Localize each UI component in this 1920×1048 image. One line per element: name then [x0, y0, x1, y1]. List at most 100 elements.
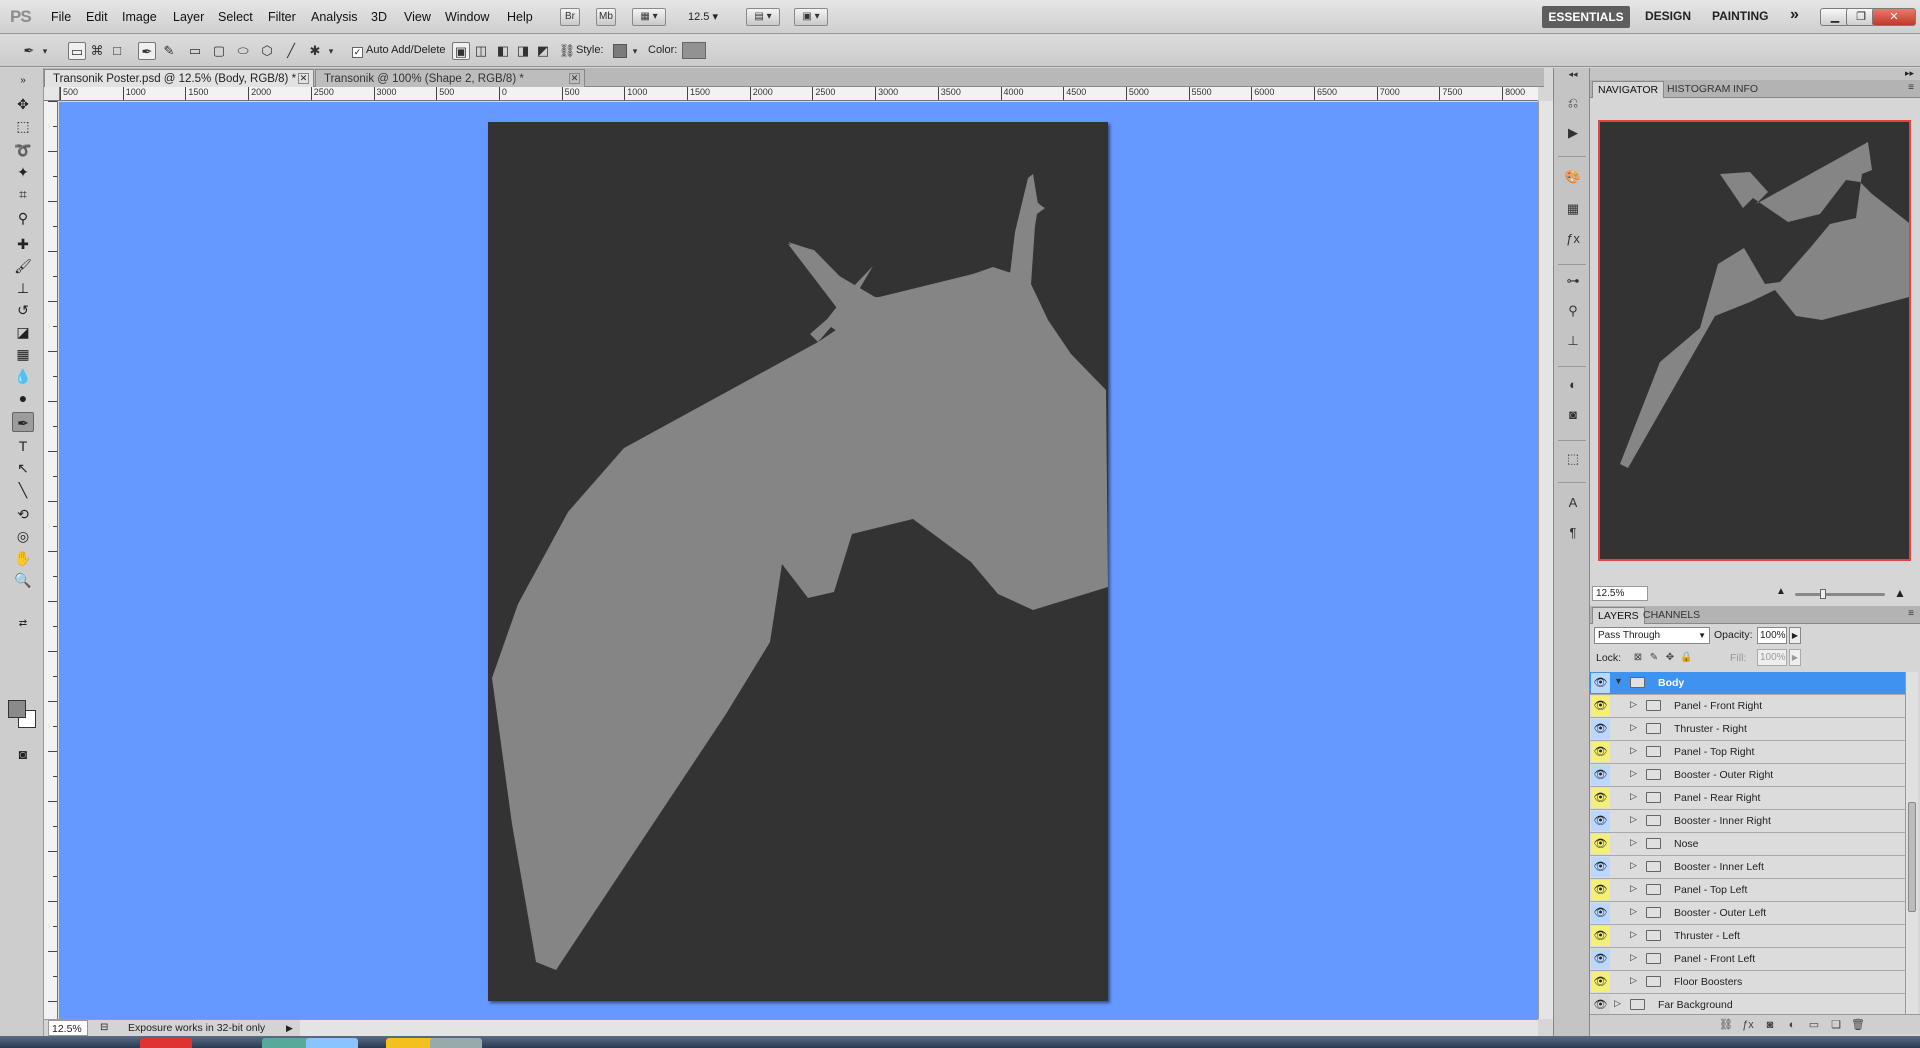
- freeform-pen-icon[interactable]: ✎: [160, 42, 178, 60]
- chevron-down-icon[interactable]: ▾: [630, 42, 640, 60]
- pen-tool-icon[interactable]: ✒: [138, 42, 156, 60]
- collapsed-triangle-icon[interactable]: ▷: [1630, 768, 1637, 779]
- panel-menu-icon[interactable]: ≡: [1908, 608, 1914, 619]
- character-panel-icon[interactable]: A: [1563, 494, 1583, 512]
- vertical-ruler[interactable]: [44, 101, 58, 1019]
- screen-mode-button[interactable]: ▣ ▾: [794, 8, 828, 26]
- paragraph-panel-icon[interactable]: ¶: [1563, 524, 1583, 542]
- move-tool-icon[interactable]: ✥: [12, 94, 34, 114]
- menu-layer[interactable]: Layer: [173, 10, 204, 24]
- slider-thumb[interactable]: [1820, 589, 1826, 599]
- color-swatch[interactable]: [682, 42, 706, 59]
- taskbar-app-icon[interactable]: [140, 1038, 192, 1048]
- vertical-scrollbar[interactable]: [1538, 101, 1553, 1019]
- paths-mode-icon[interactable]: ⌘: [88, 42, 106, 60]
- navigator-zoom-field[interactable]: 12.5%: [1592, 586, 1648, 601]
- history-brush-icon[interactable]: ↺: [12, 300, 34, 320]
- blend-mode-select[interactable]: Pass Through ▼: [1594, 627, 1710, 644]
- visibility-eye-icon[interactable]: 👁: [1591, 995, 1610, 1014]
- collapsed-triangle-icon[interactable]: ▷: [1630, 745, 1637, 756]
- styles-panel-icon[interactable]: ƒx: [1563, 230, 1583, 248]
- mini-bridge-button[interactable]: Mb: [596, 8, 616, 26]
- clone-stamp-icon[interactable]: ⊥: [12, 278, 34, 298]
- collapsed-triangle-icon[interactable]: ▷: [1630, 860, 1637, 871]
- layer-row[interactable]: 👁 ▷ Thruster - Right: [1590, 718, 1905, 741]
- layer-row[interactable]: 👁 ▷ Panel - Top Right: [1590, 741, 1905, 764]
- polygon-icon[interactable]: ⬡: [258, 42, 276, 60]
- collapsed-triangle-icon[interactable]: ▷: [1630, 975, 1637, 986]
- ellipse-icon[interactable]: ⬭: [234, 42, 252, 60]
- status-menu-arrow-icon[interactable]: ▶: [286, 1020, 293, 1036]
- lasso-tool-icon[interactable]: ➰: [12, 140, 34, 160]
- layer-row[interactable]: 👁 ▷ Panel - Front Left: [1590, 948, 1905, 971]
- chevron-down-icon[interactable]: ▾: [326, 42, 336, 60]
- zoom-in-icon[interactable]: ▲: [1894, 586, 1906, 600]
- tab-transonik-poster[interactable]: Transonik Poster.psd @ 12.5% (Body, RGB/…: [44, 69, 314, 87]
- intersect-shape-icon[interactable]: ◨: [514, 42, 532, 60]
- fill-slider-button[interactable]: ▶: [1789, 649, 1801, 666]
- line-icon[interactable]: ╱: [282, 42, 300, 60]
- bridge-button[interactable]: Br: [560, 8, 580, 26]
- add-to-shape-icon[interactable]: ◫: [472, 42, 490, 60]
- chevron-down-icon[interactable]: ▾: [40, 42, 50, 60]
- adjustment-layer-icon[interactable]: ◐: [1784, 1018, 1800, 1032]
- add-mask-icon[interactable]: ◙: [1762, 1018, 1778, 1032]
- layer-row[interactable]: 👁 ▷ Panel - Rear Right: [1590, 787, 1905, 810]
- tab-layers[interactable]: LAYERS: [1592, 607, 1645, 624]
- navigator-preview[interactable]: [1598, 120, 1911, 561]
- new-group-icon[interactable]: ▭: [1806, 1018, 1822, 1032]
- layer-row[interactable]: 👁 ▷ Panel - Top Left: [1590, 879, 1905, 902]
- 3d-orbit-icon[interactable]: ◎: [12, 526, 34, 546]
- marquee-tool-icon[interactable]: ⬚: [12, 116, 34, 136]
- pen-tool-preset-icon[interactable]: ✒: [20, 42, 38, 60]
- collapsed-triangle-icon[interactable]: ▷: [1630, 722, 1637, 733]
- visibility-eye-icon[interactable]: 👁: [1591, 765, 1610, 785]
- visibility-eye-icon[interactable]: 👁: [1591, 949, 1610, 969]
- workspace-painting[interactable]: PAINTING: [1712, 9, 1768, 23]
- tab-navigator[interactable]: NAVIGATOR: [1592, 81, 1665, 98]
- eraser-tool-icon[interactable]: ◪: [12, 322, 34, 342]
- link-layers-icon[interactable]: ⛓: [1718, 1018, 1734, 1032]
- fill-pixels-mode-icon[interactable]: □: [108, 42, 126, 60]
- actions-panel-icon[interactable]: ▶: [1563, 124, 1583, 142]
- layers-scrollbar[interactable]: [1905, 672, 1918, 1014]
- layer-row[interactable]: 👁 ▷ Booster - Outer Left: [1590, 902, 1905, 925]
- workspace-essentials[interactable]: ESSENTIALS: [1542, 6, 1630, 28]
- visibility-eye-icon[interactable]: 👁: [1591, 903, 1610, 923]
- panel-collapse-icon[interactable]: ▸▸: [1905, 68, 1914, 79]
- lock-all-icon[interactable]: 🔒: [1680, 652, 1692, 664]
- tab-histogram[interactable]: HISTOGRAM: [1662, 81, 1735, 98]
- zoom-out-icon[interactable]: ▲: [1776, 586, 1786, 597]
- visibility-eye-icon[interactable]: 👁: [1591, 880, 1610, 900]
- gradient-tool-icon[interactable]: ▦: [12, 344, 34, 364]
- menu-filter[interactable]: Filter: [268, 10, 296, 24]
- workspace-design[interactable]: DESIGN: [1645, 9, 1691, 23]
- hand-tool-icon[interactable]: ✋: [12, 548, 34, 568]
- color-panel-icon[interactable]: 🎨: [1563, 168, 1583, 186]
- panel-collapse-icon[interactable]: »: [12, 76, 34, 86]
- rectangle-icon[interactable]: ▭: [186, 42, 204, 60]
- menu-select[interactable]: Select: [218, 10, 253, 24]
- collapsed-triangle-icon[interactable]: ▷: [1630, 791, 1637, 802]
- layer-row[interactable]: 👁 ▷ Far Background: [1590, 994, 1905, 1014]
- 3d-rotate-icon[interactable]: ⟲: [12, 504, 34, 524]
- scrollbar-thumb[interactable]: [1908, 802, 1916, 912]
- foreground-color-swatch[interactable]: [8, 700, 26, 718]
- type-tool-icon[interactable]: T: [12, 436, 34, 456]
- workspace-more-button[interactable]: »: [1790, 6, 1799, 24]
- adjustments-panel-icon[interactable]: ⊶: [1563, 272, 1583, 290]
- new-layer-icon[interactable]: ❏: [1828, 1018, 1844, 1032]
- document-canvas[interactable]: [488, 122, 1108, 1001]
- visibility-eye-icon[interactable]: 👁: [1591, 742, 1610, 762]
- menu-file[interactable]: File: [51, 10, 71, 24]
- menu-3d[interactable]: 3D: [371, 10, 387, 24]
- subtract-shape-icon[interactable]: ◧: [494, 42, 512, 60]
- tab-channels[interactable]: CHANNELS: [1638, 607, 1705, 624]
- collapsed-triangle-icon[interactable]: ▷: [1614, 998, 1621, 1009]
- visibility-eye-icon[interactable]: 👁: [1591, 673, 1610, 693]
- close-icon[interactable]: ✕: [298, 73, 309, 84]
- shape-layers-mode-icon[interactable]: ▭: [68, 42, 86, 60]
- style-swatch[interactable]: [613, 44, 627, 58]
- layer-row[interactable]: 👁 ▼ Body: [1590, 672, 1905, 695]
- visibility-eye-icon[interactable]: 👁: [1591, 972, 1610, 992]
